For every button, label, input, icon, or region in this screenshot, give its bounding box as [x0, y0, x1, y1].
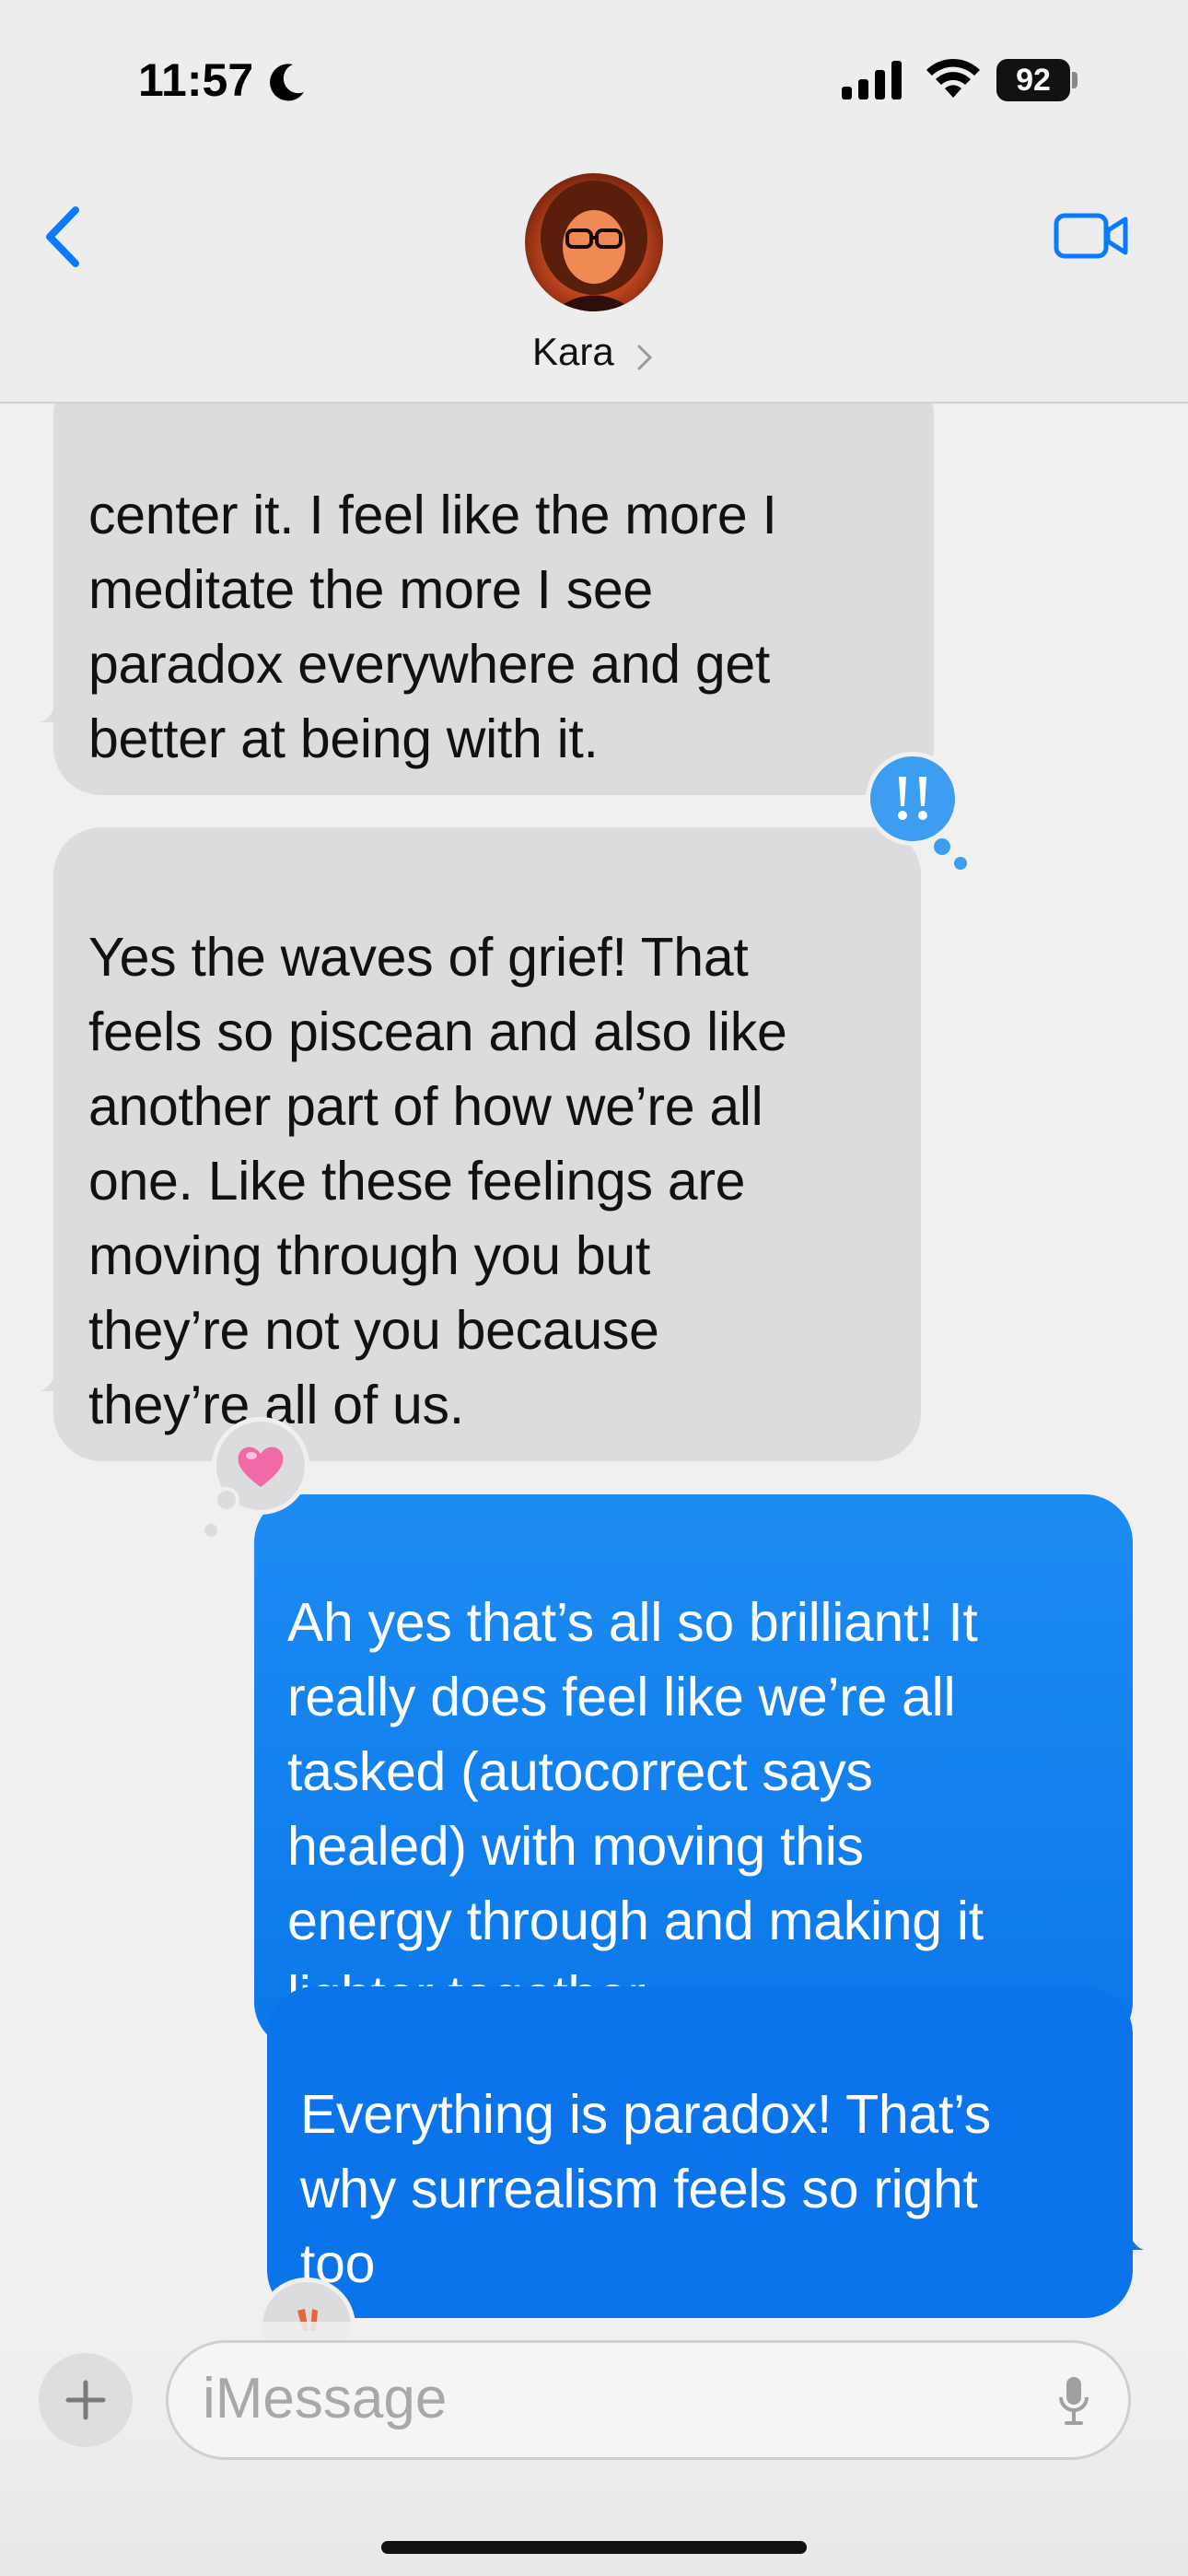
message-bubble-sent[interactable]: Everything is paradox! That’s why surrea…	[267, 1986, 1133, 2318]
message-input-placeholder: iMessage	[203, 2367, 448, 2430]
message-bubble-received[interactable]: center it. I feel like the more I medita…	[53, 369, 934, 795]
exclamation-glyph	[898, 777, 927, 820]
message-text: Ah yes that’s all so brilliant! It reall…	[287, 1592, 984, 2026]
reaction-tail-dot	[930, 835, 954, 859]
chevron-right-icon[interactable]	[635, 343, 654, 372]
reaction-tail-dot	[204, 1524, 217, 1537]
plus-button[interactable]	[39, 2353, 133, 2447]
contact-name[interactable]: Kara	[532, 330, 614, 374]
avatar-portrait	[541, 181, 647, 311]
message-text: Everything is paradox! That’s why surrea…	[300, 2084, 991, 2294]
microphone-icon[interactable]	[1057, 2375, 1090, 2427]
battery-cap	[1072, 72, 1077, 88]
battery-icon: 92	[996, 59, 1077, 101]
message-bubble-received[interactable]: Yes the waves of grief! That feels so pi…	[53, 827, 921, 1461]
reaction-tail-dot	[954, 857, 967, 870]
battery-level: 92	[996, 59, 1070, 101]
message-bubble-sent[interactable]: Ah yes that’s all so brilliant! It reall…	[254, 1494, 1133, 2050]
bubble-tail	[41, 685, 74, 722]
moon-icon	[270, 64, 304, 101]
message-text: center it. I feel like the more I medita…	[88, 485, 777, 769]
status-time: 11:57	[138, 54, 254, 106]
plus-icon	[65, 2380, 106, 2420]
avatar[interactable]	[525, 173, 663, 311]
signal-icon	[842, 61, 902, 100]
bubble-tail	[41, 1354, 74, 1391]
conversation-header: 11:57 92 Kara	[0, 0, 1188, 404]
wifi-icon	[926, 58, 980, 98]
bubble-tail	[1111, 2213, 1144, 2250]
heart-glyph	[238, 1446, 284, 1487]
message-text: Yes the waves of grief! That feels so pi…	[88, 927, 787, 1435]
reaction-tail-dot	[214, 1487, 239, 1513]
video-camera-icon[interactable]	[1054, 210, 1129, 262]
exclamation-reaction-icon[interactable]	[866, 752, 960, 846]
home-indicator[interactable]	[381, 2541, 807, 2554]
back-chevron-icon[interactable]	[41, 205, 87, 269]
